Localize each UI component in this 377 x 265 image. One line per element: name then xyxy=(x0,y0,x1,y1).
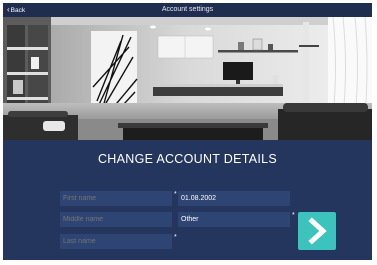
next-button[interactable] xyxy=(298,212,336,250)
first-name-required-mark: * xyxy=(174,191,177,198)
last-name-required-mark: * xyxy=(174,234,177,241)
last-name-input[interactable] xyxy=(60,234,172,249)
account-form-panel: CHANGE ACCOUNT DETAILS * * 01.08.2002 Ot… xyxy=(3,140,372,260)
middle-name-input[interactable] xyxy=(60,212,172,227)
page-title: Account settings xyxy=(161,6,214,13)
gender-select[interactable]: Other xyxy=(178,212,290,227)
app-frame: ‹Back Account settings CHANGE ACCOUNT DE… xyxy=(3,3,372,260)
chevron-right-icon xyxy=(308,217,327,245)
gender-required-mark: * xyxy=(292,212,295,219)
form-heading: CHANGE ACCOUNT DETAILS xyxy=(97,152,278,166)
birth-date-field[interactable]: 01.08.2002 xyxy=(178,191,290,206)
first-name-input[interactable] xyxy=(60,191,172,206)
navigation-bar: ‹Back Account settings xyxy=(3,3,372,17)
living-room-image xyxy=(3,17,372,140)
